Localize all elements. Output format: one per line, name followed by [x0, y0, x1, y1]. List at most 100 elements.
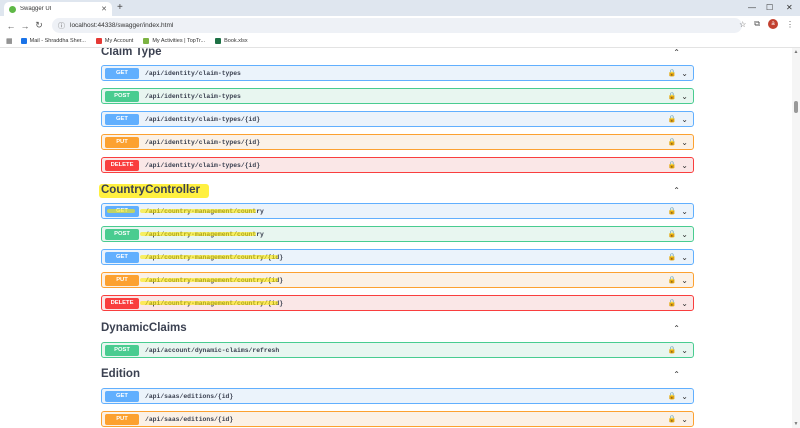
operation-row[interactable]: GET /api/saas/editions/{id} 🔒 ⌄	[101, 388, 694, 404]
bookmark-book-xlsx[interactable]: Book.xlsx	[215, 38, 248, 44]
method-badge: PUT	[105, 136, 139, 148]
chevron-down-icon[interactable]: ⌄	[681, 115, 688, 124]
profile-avatar[interactable]: a	[768, 19, 778, 29]
chevron-up-icon[interactable]: ⌃	[673, 48, 694, 57]
operation-path: /api/country-management/country/{id}	[145, 299, 284, 307]
bookmark-star-icon[interactable]: ☆	[739, 20, 746, 29]
mail-icon	[20, 38, 27, 44]
tab-title: Swagger UI	[20, 6, 52, 12]
lock-icon[interactable]: 🔒	[668, 115, 677, 123]
lock-icon[interactable]: 🔒	[668, 92, 677, 100]
method-badge: POST	[105, 228, 139, 240]
method-badge: GET	[105, 390, 139, 402]
forward-icon[interactable]: →	[18, 21, 32, 31]
scroll-up-icon[interactable]: ▲	[792, 49, 800, 55]
chevron-down-icon[interactable]: ⌄	[681, 346, 688, 355]
lock-icon[interactable]: 🔒	[668, 230, 677, 238]
new-tab-button[interactable]: +	[117, 2, 123, 14]
lock-icon[interactable]: 🔒	[668, 138, 677, 146]
operation-row[interactable]: POST /api/country-management/country 🔒 ⌄	[101, 226, 694, 242]
close-window-icon[interactable]: ✕	[786, 2, 793, 14]
chevron-up-icon[interactable]: ⌃	[673, 186, 694, 195]
excel-icon	[215, 38, 222, 44]
chevron-down-icon[interactable]: ⌄	[681, 230, 688, 239]
group-header-country-controller[interactable]: CountryController ⌃	[101, 181, 694, 199]
operation-row[interactable]: POST /api/identity/claim-types 🔒 ⌄	[101, 88, 694, 104]
account-icon	[95, 38, 102, 44]
address-text: localhost:44338/swagger/index.html	[70, 22, 174, 29]
menu-icon[interactable]: ⋮	[786, 20, 794, 29]
site-info-icon[interactable]: ⓘ	[58, 21, 65, 31]
chevron-down-icon[interactable]: ⌄	[681, 415, 688, 424]
operation-row[interactable]: PUT /api/country-management/country/{id}…	[101, 272, 694, 288]
operation-row[interactable]: GET /api/identity/claim-types/{id} 🔒 ⌄	[101, 111, 694, 127]
extensions-icon[interactable]: ⧉	[754, 19, 760, 29]
lock-icon[interactable]: 🔒	[668, 207, 677, 215]
scrollbar-thumb[interactable]	[794, 101, 798, 113]
chevron-down-icon[interactable]: ⌄	[681, 276, 688, 285]
chevron-up-icon[interactable]: ⌃	[673, 324, 694, 333]
method-badge: DELETE	[105, 159, 139, 171]
lock-icon[interactable]: 🔒	[668, 392, 677, 400]
group-title: Claim Type	[101, 48, 162, 58]
chevron-up-icon[interactable]: ⌃	[673, 370, 694, 379]
swagger-favicon-icon	[9, 5, 16, 13]
lock-icon[interactable]: 🔒	[668, 346, 677, 354]
bookmarks-bar: ▦ Mail - Shraddha Sher... My Account My …	[0, 35, 800, 48]
chevron-down-icon[interactable]: ⌄	[681, 161, 688, 170]
method-badge: PUT	[105, 274, 139, 286]
lock-icon[interactable]: 🔒	[668, 415, 677, 423]
back-icon[interactable]: ←	[4, 21, 18, 31]
method-badge: GET	[105, 67, 139, 79]
method-badge: GET	[105, 205, 139, 217]
operation-path: /api/identity/claim-types	[145, 92, 241, 100]
group-header-claim-type[interactable]: Claim Type ⌃	[101, 48, 694, 61]
chevron-down-icon[interactable]: ⌄	[681, 138, 688, 147]
operation-row[interactable]: POST /api/account/dynamic-claims/refresh…	[101, 342, 694, 358]
chevron-down-icon[interactable]: ⌄	[681, 92, 688, 101]
bookmark-my-activities[interactable]: My Activities | TopTr...	[143, 38, 205, 44]
apps-grid-icon[interactable]: ▦	[6, 37, 13, 45]
browser-tab-bar: Swagger UI ✕ + — ☐ ✕	[0, 0, 800, 16]
chevron-down-icon[interactable]: ⌄	[681, 392, 688, 401]
method-badge: POST	[105, 344, 139, 356]
operation-row[interactable]: PUT /api/saas/editions/{id} 🔒 ⌄	[101, 411, 694, 427]
operation-row[interactable]: GET /api/identity/claim-types 🔒 ⌄	[101, 65, 694, 81]
operation-path: /api/country-management/country	[145, 207, 264, 215]
bookmark-my-account[interactable]: My Account	[95, 38, 133, 44]
method-badge: GET	[105, 113, 139, 125]
lock-icon[interactable]: 🔒	[668, 276, 677, 284]
group-header-edition[interactable]: Edition ⌃	[101, 365, 694, 383]
method-badge: DELETE	[105, 297, 139, 309]
scroll-down-icon[interactable]: ▼	[792, 421, 800, 427]
chevron-down-icon[interactable]: ⌄	[681, 69, 688, 78]
chevron-down-icon[interactable]: ⌄	[681, 207, 688, 216]
reload-icon[interactable]: ↻	[32, 20, 46, 31]
group-header-dynamic-claims[interactable]: DynamicClaims ⌃	[101, 319, 694, 337]
swagger-page: Claim Type ⌃ GET /api/identity/claim-typ…	[0, 48, 800, 428]
lock-icon[interactable]: 🔒	[668, 253, 677, 261]
group-title: DynamicClaims	[101, 322, 187, 334]
method-badge: PUT	[105, 413, 139, 425]
minimize-icon[interactable]: —	[748, 2, 756, 14]
chevron-down-icon[interactable]: ⌄	[681, 299, 688, 308]
lock-icon[interactable]: 🔒	[668, 161, 677, 169]
method-badge: POST	[105, 90, 139, 102]
bookmark-mail[interactable]: Mail - Shraddha Sher...	[20, 38, 86, 44]
maximize-icon[interactable]: ☐	[766, 2, 773, 14]
address-bar[interactable]: ⓘ localhost:44338/swagger/index.html	[52, 18, 742, 33]
operation-row[interactable]: DELETE /api/country-management/country/{…	[101, 295, 694, 311]
browser-tab[interactable]: Swagger UI ✕	[4, 2, 112, 16]
operation-path: /api/identity/claim-types/{id}	[145, 115, 261, 123]
page-scrollbar[interactable]: ▲ ▼	[792, 48, 800, 428]
lock-icon[interactable]: 🔒	[668, 299, 677, 307]
operation-path: /api/saas/editions/{id}	[145, 392, 234, 400]
operation-row[interactable]: GET /api/country-management/country/{id}…	[101, 249, 694, 265]
group-title: CountryController	[101, 184, 201, 196]
operation-row[interactable]: GET /api/country-management/country 🔒 ⌄	[101, 203, 694, 219]
chevron-down-icon[interactable]: ⌄	[681, 253, 688, 262]
lock-icon[interactable]: 🔒	[668, 69, 677, 77]
operation-row[interactable]: PUT /api/identity/claim-types/{id} 🔒 ⌄	[101, 134, 694, 150]
tab-close-icon[interactable]: ✕	[101, 5, 107, 13]
operation-row[interactable]: DELETE /api/identity/claim-types/{id} 🔒 …	[101, 157, 694, 173]
